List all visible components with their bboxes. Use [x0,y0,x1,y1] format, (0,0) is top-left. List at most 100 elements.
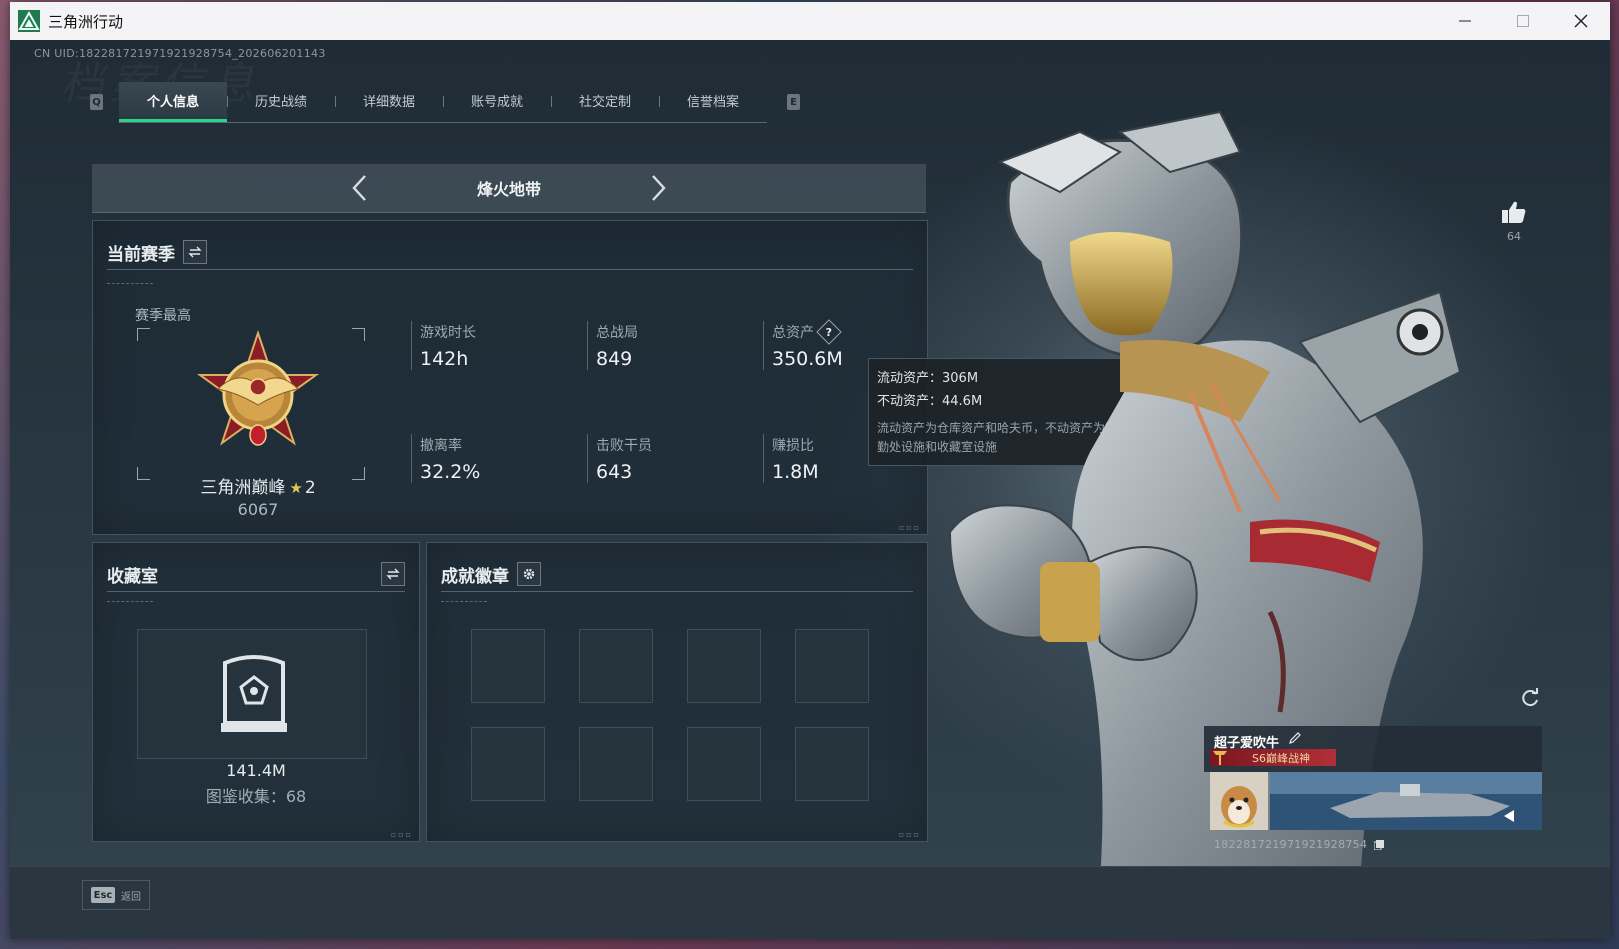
title-emblem-icon [1213,751,1227,765]
tab-history[interactable]: 历史战绩 [227,82,335,120]
collection-title: 收藏室 [107,566,158,587]
achievements-settings-button[interactable] [517,562,541,586]
minimize-icon [1459,20,1471,22]
stat-value: 849 [596,348,633,370]
like-count: 64 [1507,230,1521,243]
achievement-slot[interactable] [687,629,761,703]
edit-icon[interactable] [1288,731,1302,745]
stat-value: 32.2% [420,461,481,483]
stat-value: 142h [420,348,469,370]
decor-dots: ▫▫▫ [898,523,921,532]
achievement-slot[interactable] [471,629,545,703]
rank-star-level: 2 [304,478,316,498]
player-banner [1270,772,1542,830]
back-label: 返回 [121,891,141,903]
window-titlebar: 三角洲行动 [10,2,1610,40]
app-logo-icon [18,10,40,32]
rotate-view-button[interactable] [1518,686,1542,710]
collection-value: 141.4M [226,761,286,780]
stat-value: 643 [596,461,633,483]
next-tab-key[interactable]: E [787,94,800,110]
maximize-icon [1517,15,1529,27]
achievement-slot[interactable] [795,629,869,703]
player-avatar [1210,772,1268,830]
rank-badge-icon [196,329,320,446]
stat-label: 总战局 [596,325,638,341]
stat-label: 游戏时长 [420,325,476,341]
bottom-bar: Esc 返回 [10,866,1610,939]
maximize-button[interactable] [1494,2,1552,40]
stat-profit-ratio: 赚损比 1.8M [763,434,819,483]
player-card-header: 超子爱吹牛 S6巅峰战神 [1204,726,1542,772]
achievements-header: 成就徽章 [441,557,913,592]
close-button[interactable] [1552,2,1610,40]
player-card-body [1210,772,1542,830]
collection-switch-button[interactable] [381,562,405,586]
collection-panel: 收藏室 141.4M 图鉴收集：68 ▫▫▫ [92,542,420,842]
stat-kills: 击败干员 643 [587,434,652,483]
achievement-slot[interactable] [687,727,761,801]
stat-label: 击败干员 [596,438,652,454]
display-case-icon [221,655,287,732]
tab-details[interactable]: 详细数据 [335,82,443,120]
stat-label: 总资产 ? [772,319,843,345]
collection-count: 图鉴收集：68 [205,787,307,806]
esc-key: Esc [91,887,115,903]
rank-score: 6067 [237,500,279,519]
copy-icon[interactable] [1374,840,1385,850]
star-icon: ★ [289,479,303,497]
game-window: 三角洲行动 档案信息 CN UID:182281721971921928754_… [10,2,1610,939]
season-title: 当前赛季 [107,244,175,265]
achievement-slot[interactable] [795,727,869,801]
decor-dash [107,283,153,287]
season-switch-button[interactable] [183,240,207,264]
tab-bar: Q 个人信息 历史战绩 详细数据 账号成就 社交定制 信誉档案 E [90,81,800,123]
like-button[interactable]: 64 [1494,200,1534,243]
stat-total-assets: 总资产 ? 350.6M [763,319,843,370]
achievements-title: 成就徽章 [441,566,509,587]
minimize-button[interactable] [1436,2,1494,40]
chevron-right-icon [652,175,666,201]
stat-label-text: 总资产 [772,325,814,341]
swap-icon [188,246,202,258]
collection-header: 收藏室 [107,557,405,592]
tab-credit[interactable]: 信誉档案 [659,82,767,120]
achievement-slot[interactable] [471,727,545,801]
season-panel: 当前赛季 赛季最高 三角洲巅峰 ★ 2 6067 游戏时长 142h 总战局 8… [92,220,928,535]
back-button[interactable]: Esc 返回 [82,880,150,910]
swap-icon [386,568,400,580]
achievement-slot[interactable] [579,629,653,703]
player-title-tag: S6巅峰战神 [1210,749,1336,766]
stat-extract-rate: 撤离率 32.2% [411,434,480,483]
chevron-left-icon [352,175,366,201]
stat-label: 撤离率 [420,438,462,454]
achievement-slot[interactable] [579,727,653,801]
decor-dots: ▫▫▫ [390,830,413,839]
decor-dash [107,601,153,605]
help-icon[interactable]: ? [816,319,842,345]
achievements-panel: 成就徽章 ▫▫▫ [426,542,928,842]
close-icon [1574,14,1588,28]
mode-next-button[interactable] [639,168,679,208]
mode-title: 烽火地带 [476,180,541,199]
tab-social[interactable]: 社交定制 [551,82,659,120]
prev-tab-key[interactable]: Q [90,94,103,110]
mode-prev-button[interactable] [339,168,379,208]
rank-name-row: 三角洲巅峰 ★ 2 [169,473,347,498]
window-title: 三角洲行动 [48,12,124,31]
player-card[interactable]: 超子爱吹牛 S6巅峰战神 [1204,726,1542,830]
stat-value: 350.6M [772,348,843,370]
tab-profile[interactable]: 个人信息 [119,81,227,122]
tab-achievements[interactable]: 账号成就 [443,82,551,120]
rank-name: 三角洲巅峰 [200,478,286,498]
player-title-text: S6巅峰战神 [1252,751,1310,765]
uid-line: CN UID:182281721971921928754_20260620114… [34,47,326,60]
stat-play-time: 游戏时长 142h [411,321,476,370]
season-best-label: 赛季最高 [135,308,191,324]
stat-label: 赚损比 [772,438,814,454]
stat-total-matches: 总战局 849 [587,321,638,370]
player-uid: 182281721971921928754 [1214,838,1385,851]
thumbs-up-icon [1502,201,1526,223]
stat-value: 1.8M [772,461,819,483]
game-viewport: 档案信息 CN UID:182281721971921928754_202606… [10,40,1610,939]
